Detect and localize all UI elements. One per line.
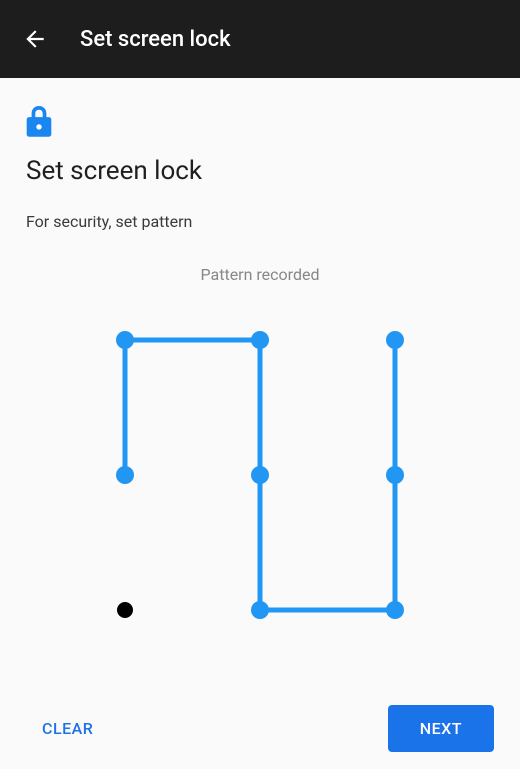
pattern-dot[interactable] [251,601,269,619]
pattern-dot[interactable] [386,466,404,484]
pattern-status: Pattern recorded [26,265,494,284]
clear-button[interactable]: CLEAR [26,707,109,750]
back-button[interactable] [20,24,50,54]
next-button[interactable]: NEXT [388,705,494,752]
subtitle: For security, set pattern [26,212,494,231]
pattern-dot[interactable] [386,601,404,619]
header-title: Set screen lock [80,27,231,52]
content-area: Set screen lock For security, set patter… [0,78,520,630]
pattern-dot[interactable] [251,331,269,349]
pattern-grid[interactable] [26,320,494,630]
footer-bar: CLEAR NEXT [0,687,520,769]
app-header: Set screen lock [0,0,520,78]
pattern-dot[interactable] [386,331,404,349]
pattern-dot[interactable] [116,466,134,484]
lock-icon [26,106,52,138]
pattern-svg [105,320,415,630]
pattern-dot[interactable] [117,602,133,618]
pattern-dot[interactable] [251,466,269,484]
pattern-dot[interactable] [116,331,134,349]
page-title: Set screen lock [26,156,494,186]
arrow-back-icon [22,26,48,52]
